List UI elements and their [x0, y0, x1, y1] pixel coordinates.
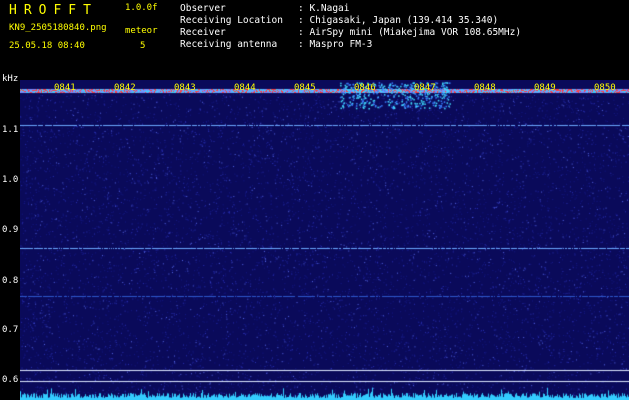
time-tick-label: 0846: [354, 83, 376, 93]
observer-value: : K.Nagai: [298, 3, 350, 14]
y-tick-label: 0.7: [2, 325, 19, 335]
time-tick-label: 0848: [474, 83, 496, 93]
antenna-value: : Maspro FM-3: [298, 39, 373, 50]
time-tick-label: 0850: [594, 83, 616, 93]
unit-label: kHz: [2, 74, 19, 84]
count-label: 5: [140, 41, 146, 51]
version-label: 1.0.0f: [125, 3, 158, 13]
filename-label: KN9_2505180840.png: [9, 23, 107, 33]
header-panel: HROFFT 1.0.0f KN9_2505180840.png meteor …: [0, 0, 629, 78]
app-title: HROFFT: [9, 3, 98, 18]
y-tick-label: 0.6: [2, 375, 19, 385]
time-tick-label: 0849: [534, 83, 556, 93]
observer-label: Observer: [180, 3, 226, 14]
time-tick-label: 0847: [414, 83, 436, 93]
time-tick-label: 0845: [294, 83, 316, 93]
antenna-label: Receiving antenna: [180, 39, 278, 50]
y-tick-label: 0.8: [2, 276, 19, 286]
receiver-value: : AirSpy mini (Miakejima VOR 108.65MHz): [298, 27, 522, 38]
time-tick-label: 0841: [54, 83, 76, 93]
datetime-label: 25.05.18 08:40: [9, 41, 85, 51]
receiver-label: Receiver: [180, 27, 226, 38]
time-tick-label: 0842: [114, 83, 136, 93]
location-value: : Chigasaki, Japan (139.414 35.340): [298, 15, 499, 26]
location-label: Receiving Location: [180, 15, 283, 26]
mode-label: meteor: [125, 26, 158, 36]
y-tick-label: 1.1: [2, 125, 19, 135]
time-tick-label: 0843: [174, 83, 196, 93]
time-tick-label: 0844: [234, 83, 256, 93]
y-tick-label: 1.0: [2, 175, 19, 185]
y-tick-label: 0.9: [2, 225, 19, 235]
time-axis-overlay: 0841 0842 0843 0844 0845 0846 0847 0848 …: [54, 83, 616, 93]
